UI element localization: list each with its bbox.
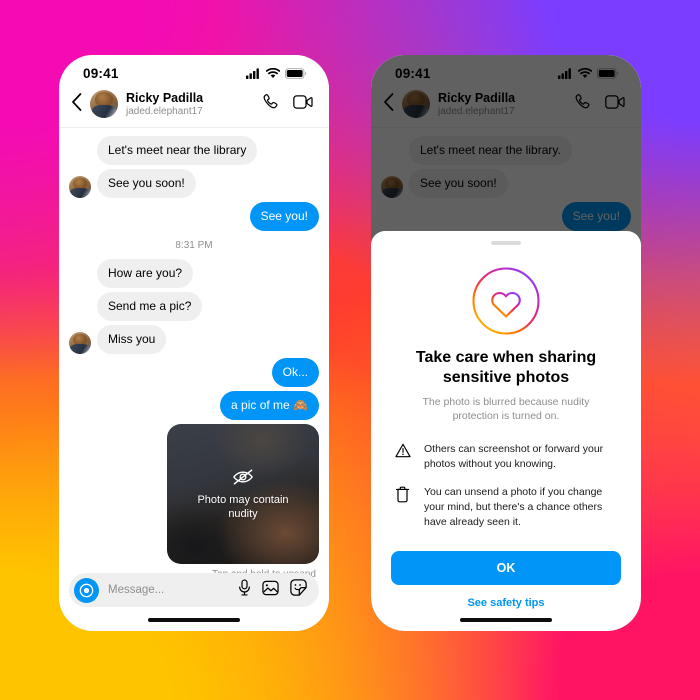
list-item-text: Others can screenshot or forward your ph… <box>424 442 604 470</box>
video-camera-icon <box>605 94 625 109</box>
status-bar-left: 09:41 <box>59 55 329 85</box>
status-bar-right: 09:41 <box>371 55 641 85</box>
blurred-photo-caption: Photo may contain nudity <box>197 493 289 520</box>
home-indicator <box>460 618 552 622</box>
avatar[interactable] <box>90 90 118 118</box>
camera-button[interactable] <box>74 577 99 603</box>
sticker-button[interactable] <box>290 579 307 601</box>
drag-handle[interactable] <box>491 241 521 245</box>
back-button[interactable] <box>383 92 394 116</box>
audio-call-button[interactable] <box>261 93 279 116</box>
microphone-button[interactable] <box>238 579 251 601</box>
chevron-left-icon <box>384 92 394 111</box>
message-bubble[interactable]: Let's meet near the library. <box>409 136 572 165</box>
back-button[interactable] <box>71 92 82 116</box>
phone-right: 09:41 Ricky Padilla jaded.elephant17 Let… <box>371 55 641 631</box>
status-bar-icons <box>558 67 619 79</box>
message-composer[interactable]: Message... <box>69 573 319 607</box>
sticker-icon <box>290 579 307 596</box>
chat-header-left: Ricky Padilla jaded.elephant17 <box>59 85 329 128</box>
video-call-button[interactable] <box>293 94 313 115</box>
message-bubble[interactable]: Send me a pic? <box>97 292 203 321</box>
camera-circle-icon <box>79 583 94 597</box>
contact-info[interactable]: Ricky Padilla jaded.elephant17 <box>126 91 253 117</box>
avatar[interactable] <box>69 332 91 354</box>
message-bubble[interactable]: Miss you <box>97 325 167 354</box>
audio-call-button[interactable] <box>573 93 591 116</box>
message-bubble-outgoing[interactable]: See you! <box>561 202 631 231</box>
phone-call-icon <box>263 93 278 108</box>
warning-triangle-icon <box>395 442 412 463</box>
message-row: See you! <box>69 202 319 231</box>
ok-button[interactable]: OK <box>391 551 621 585</box>
sheet-title: Take care when sharing sensitive photos <box>415 349 597 387</box>
message-row: Miss you <box>69 325 319 354</box>
message-row: a pic of me 🙈 <box>69 391 319 420</box>
blurred-photo[interactable]: Photo may contain nudity <box>167 424 319 564</box>
list-item: You can unsend a photo if you change you… <box>395 485 617 530</box>
message-bubble[interactable]: See you soon! <box>409 169 508 198</box>
eye-slash-icon <box>233 469 253 485</box>
chevron-left-icon <box>72 92 82 111</box>
contact-name: Ricky Padilla <box>438 90 516 105</box>
message-input[interactable]: Message... <box>108 584 229 596</box>
message-bubble[interactable]: See you soon! <box>97 169 196 198</box>
photo-gallery-button[interactable] <box>262 580 279 601</box>
wifi-icon <box>266 67 280 78</box>
message-thread-left: Let's meet near the library See you soon… <box>59 128 329 580</box>
contact-handle: jaded.elephant17 <box>438 105 515 117</box>
message-row: Let's meet near the library. <box>381 136 631 165</box>
phone-left: 09:41 Ricky Padilla jaded.elephant17 Let… <box>59 55 329 631</box>
video-call-button[interactable] <box>605 94 625 115</box>
message-row: Let's meet near the library <box>69 136 319 165</box>
contact-handle: jaded.elephant17 <box>126 105 203 117</box>
cellular-signal-icon <box>558 67 571 79</box>
contact-info[interactable]: Ricky Padilla jaded.elephant17 <box>438 91 565 117</box>
status-bar-icons <box>246 67 307 79</box>
battery-icon <box>285 67 307 79</box>
message-bubble-outgoing[interactable]: a pic of me 🙈 <box>220 391 319 420</box>
message-row: Send me a pic? <box>69 292 319 321</box>
battery-icon <box>597 67 619 79</box>
cellular-signal-icon <box>246 67 259 79</box>
message-thread-right: Let's meet near the library. See you soo… <box>371 128 641 231</box>
status-bar-time: 09:41 <box>83 65 119 81</box>
contact-name: Ricky Padilla <box>126 90 204 105</box>
microphone-icon <box>239 579 250 596</box>
message-row: Ok... <box>69 358 319 387</box>
composer-icons <box>238 579 307 601</box>
chat-screen-left: 09:41 Ricky Padilla jaded.elephant17 Let… <box>59 55 329 631</box>
message-row: How are you? <box>69 259 319 288</box>
message-bubble-outgoing[interactable]: Ok... <box>271 358 319 387</box>
avatar[interactable] <box>69 176 91 198</box>
wifi-icon <box>578 67 592 78</box>
list-item-text: You can unsend a photo if you change you… <box>424 486 603 529</box>
message-row: See you! <box>381 202 631 231</box>
thread-timestamp: 8:31 PM <box>175 240 213 251</box>
see-safety-tips-link[interactable]: See safety tips <box>391 597 621 609</box>
header-actions <box>573 93 627 116</box>
heart-in-circle-gradient-icon <box>470 265 542 337</box>
message-row: See you soon! <box>381 169 631 198</box>
trash-can-icon <box>395 485 412 508</box>
blurred-photo-message: Photo may contain nudity Tap and hold to… <box>69 424 319 580</box>
message-bubble-outgoing[interactable]: See you! <box>249 202 319 231</box>
chat-screen-right: 09:41 Ricky Padilla jaded.elephant17 Let… <box>371 55 641 631</box>
sheet-subtitle: The photo is blurred because nudity prot… <box>422 396 590 423</box>
chat-header-right: Ricky Padilla jaded.elephant17 <box>371 85 641 128</box>
nudity-protection-sheet: Take care when sharing sensitive photos … <box>371 231 641 631</box>
message-bubble[interactable]: How are you? <box>97 259 194 288</box>
phone-call-icon <box>575 93 590 108</box>
home-indicator <box>148 618 240 622</box>
status-bar-time: 09:41 <box>395 65 431 81</box>
message-bubble[interactable]: Let's meet near the library <box>97 136 258 165</box>
list-item: Others can screenshot or forward your ph… <box>395 442 617 472</box>
header-actions <box>261 93 315 116</box>
video-camera-icon <box>293 94 313 109</box>
sheet-bullet-list: Others can screenshot or forward your ph… <box>391 442 621 545</box>
avatar[interactable] <box>402 90 430 118</box>
avatar[interactable] <box>381 176 403 198</box>
message-row: See you soon! <box>69 169 319 198</box>
photo-gallery-icon <box>262 580 279 595</box>
